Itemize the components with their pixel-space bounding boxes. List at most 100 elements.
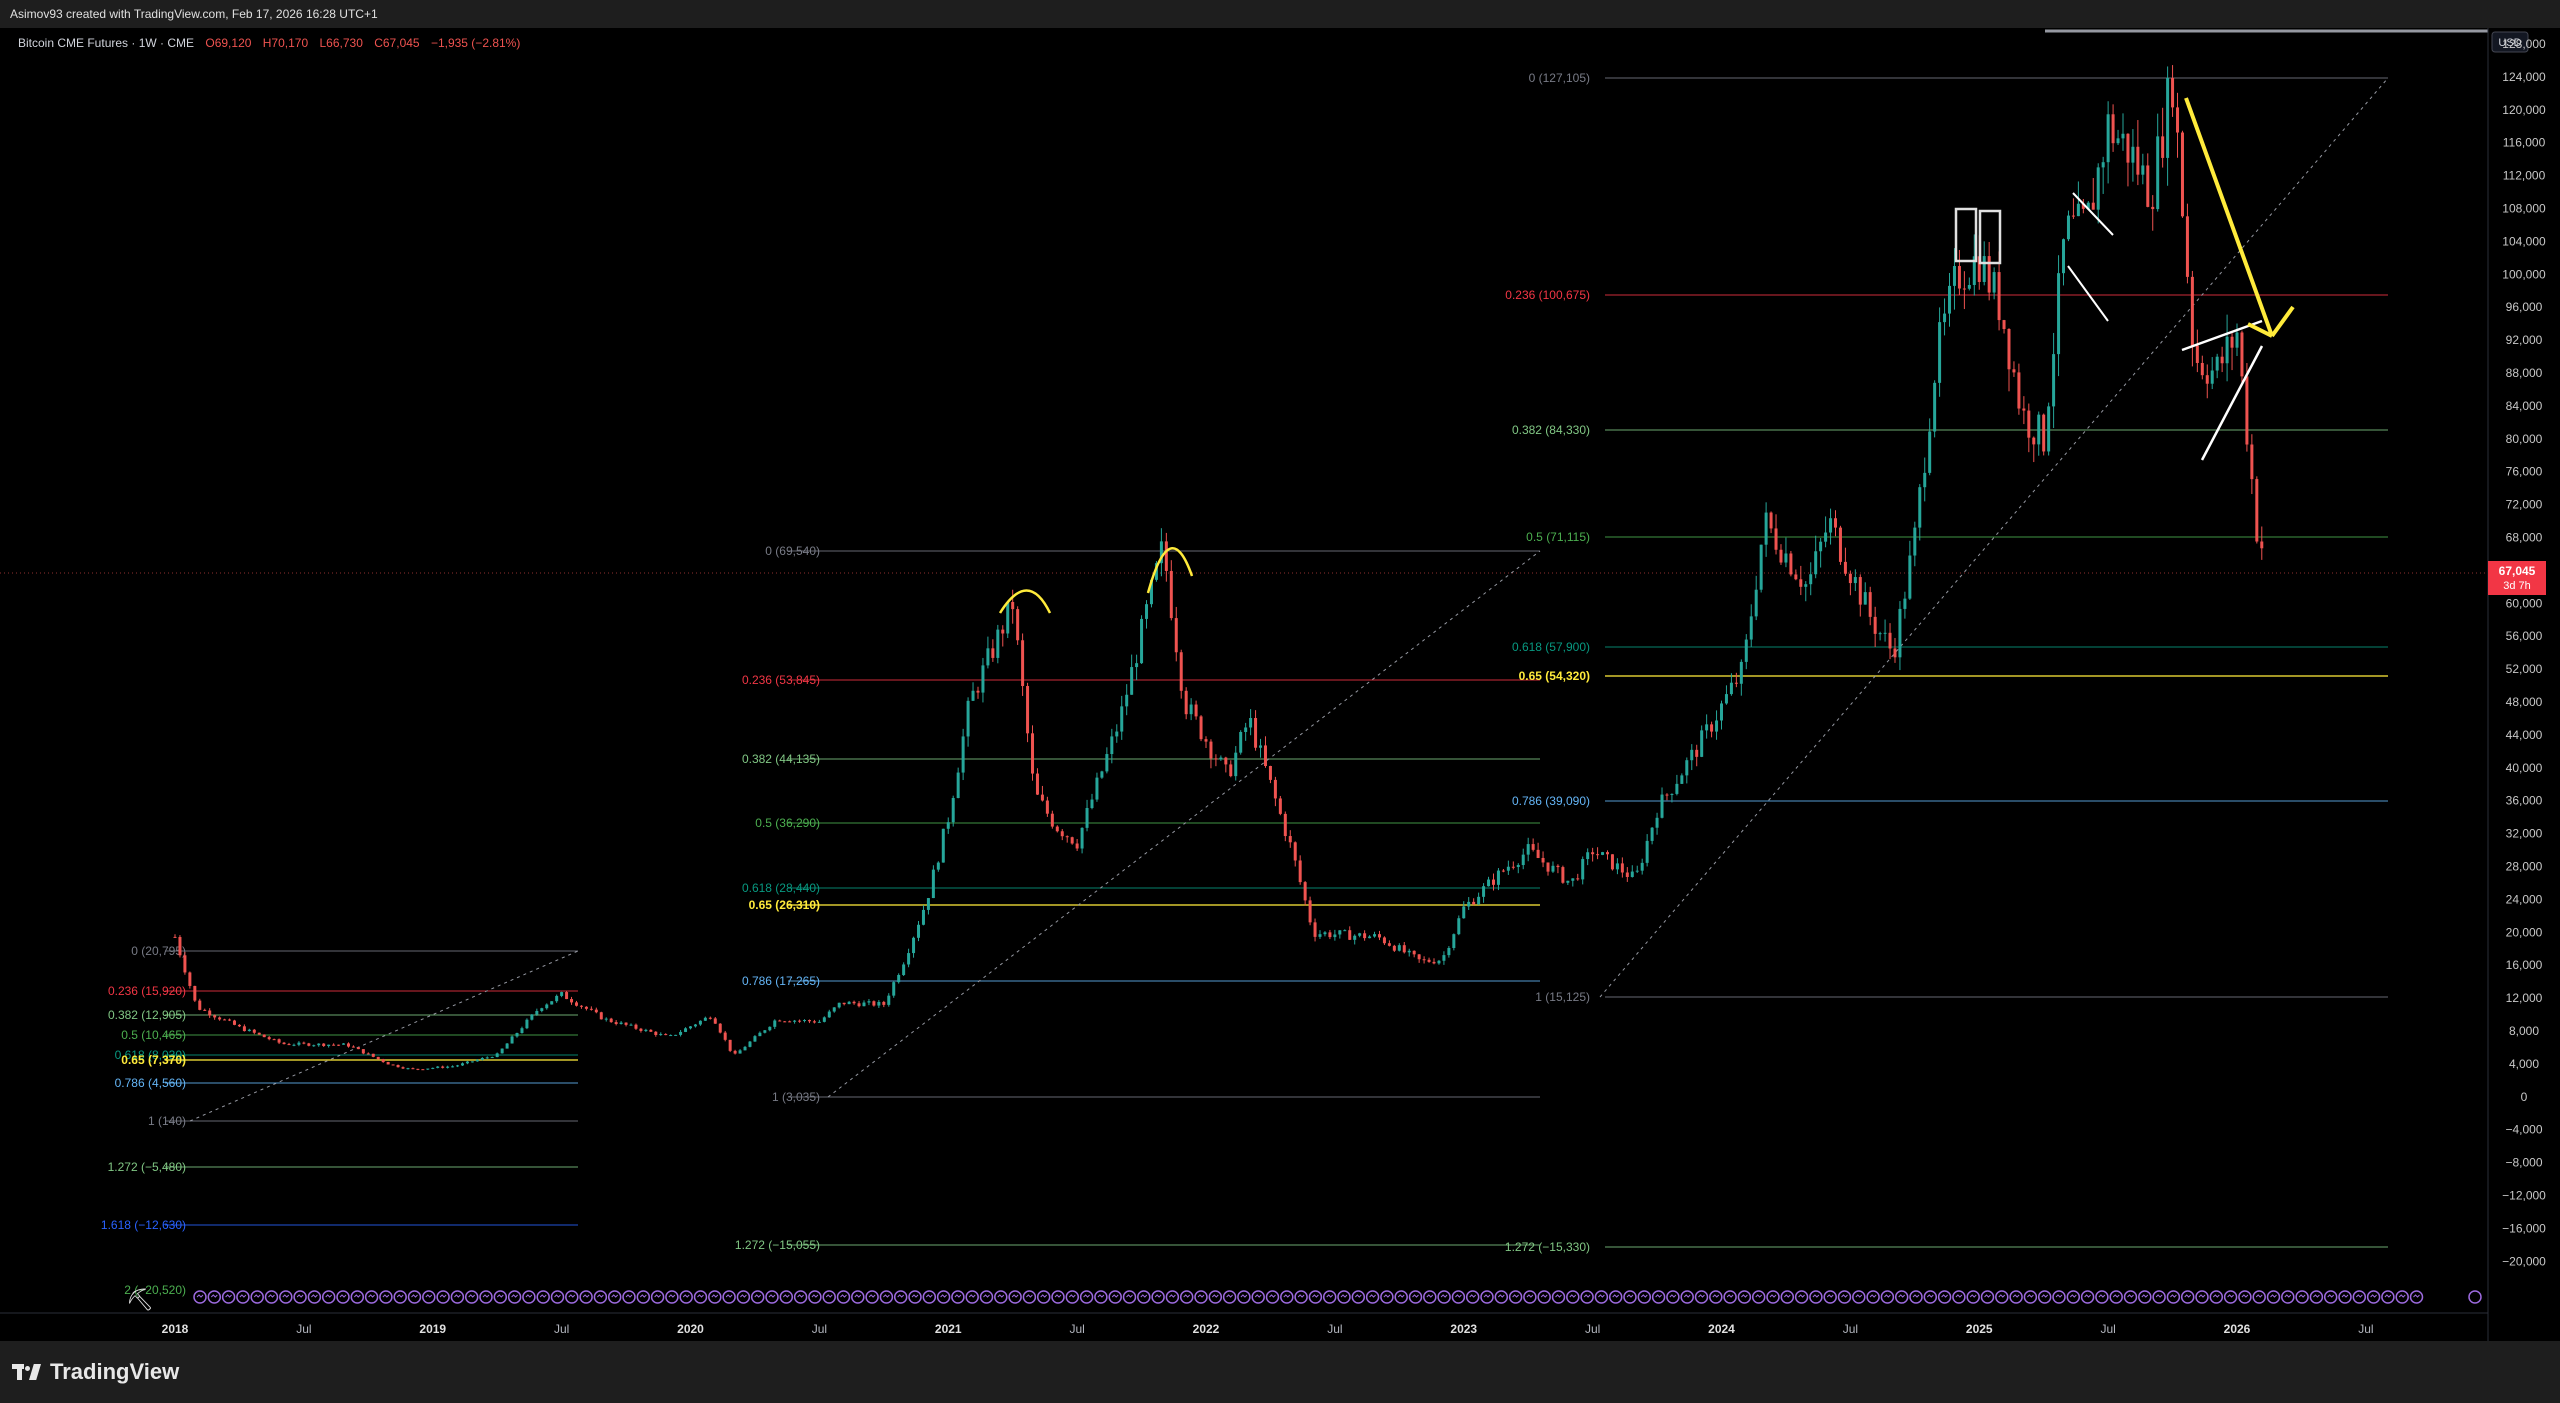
candle-body [1809,574,1813,585]
price-axis-label: 128,000 [2502,37,2546,51]
candle-body [1496,870,1500,885]
candle-body [1720,703,1723,721]
candle-body [1774,528,1778,550]
candle-body [1739,661,1743,684]
candle-body [1204,739,1208,742]
candle-body [1908,555,1912,599]
candle-body [832,1007,836,1012]
candle-body [2171,77,2175,108]
candle-body [892,982,896,996]
candle-body [1938,322,1942,383]
candle-body [1586,852,1590,860]
candle-body [1858,577,1862,605]
candle-body [1045,800,1049,814]
fib-level-label: 1.272 (−15,055) [735,1238,820,1252]
candle-body [1829,518,1833,533]
candle-body [812,1021,816,1023]
candle-body [1814,551,1818,575]
candle-body [1734,682,1738,684]
price-axis[interactable] [2488,28,2560,1341]
candle-body [664,1034,668,1036]
candle-body [1130,667,1134,695]
candle-body [2047,406,2051,452]
candle-body [1263,745,1267,767]
candle-body [2190,276,2194,346]
candle-body [1338,930,1342,935]
candle-body [713,1018,717,1024]
candle-body [1794,574,1798,580]
price-axis-label: 100,000 [2502,267,2546,281]
candle-body [500,1048,504,1054]
candle-body [1224,757,1228,765]
candle-body [1239,731,1243,753]
candle-body [2240,332,2244,377]
candle-body [1784,553,1788,563]
candle-body [2195,345,2199,363]
candle-body [837,1002,841,1008]
candle-body [431,1067,435,1069]
chart-svg[interactable]: Bitcoin CME Futures · 1W · CME O69,120 H… [0,28,2560,1341]
candle-body [1293,842,1297,861]
candle-body [272,1039,276,1041]
candle-body [1035,773,1039,795]
candle-body [1328,932,1332,938]
candle-body [961,736,965,773]
legend-high: H70,170 [263,36,309,50]
candle-body [1348,930,1352,940]
candle-body [1521,854,1525,866]
price-badge-countdown: 3d 7h [2503,580,2531,592]
time-axis-label: Jul [296,1322,311,1336]
candle-body [867,1001,871,1003]
candle-body [2220,356,2224,364]
candle-body [936,862,940,870]
candle-body [822,1017,826,1022]
candle-body [2116,138,2120,144]
candle-body [1080,827,1084,849]
legend-open: O69,120 [205,36,251,50]
candle-body [401,1067,405,1069]
candle-body [480,1058,484,1060]
candle-body [1298,860,1302,883]
candle-body [956,772,960,799]
candle-body [218,1017,222,1020]
chart-area[interactable]: Bitcoin CME Futures · 1W · CME O69,120 H… [0,28,2560,1341]
candle-body [470,1061,474,1063]
candle-body [1918,487,1922,528]
fib-level-label: 1.618 (−12,630) [101,1218,186,1232]
candle-body [1472,901,1476,905]
candle-body [1670,793,1674,795]
candle-body [1353,935,1357,940]
candle-body [1838,527,1842,562]
candle-body [203,1009,207,1011]
candle-body [1868,592,1872,617]
time-axis-label: Jul [2100,1322,2115,1336]
candle-body [872,1001,876,1006]
candle-body [1625,872,1629,877]
candle-body [763,1030,767,1033]
candle-body [649,1029,653,1032]
candle-body [2166,77,2170,158]
candle-body [1675,783,1679,794]
time-axis-label: 2021 [935,1322,962,1336]
candle-body [1382,937,1386,944]
candle-body [1110,736,1114,755]
candle-body [1402,945,1406,953]
candle-body [674,1034,678,1036]
candle-body [609,1018,613,1023]
fib-level-label: 0 (20,795) [131,944,186,958]
candle-body [555,995,559,1002]
candle-body [426,1068,430,1070]
price-axis-label: 36,000 [2506,794,2543,808]
candle-body [1060,831,1064,837]
candle-body [778,1020,782,1022]
candle-body [1923,472,1927,488]
candle-body [1848,573,1852,584]
candle-body [679,1031,683,1035]
tradingview-logo[interactable]: TradingView [12,1359,179,1385]
candle-body [183,955,187,973]
candle-body [639,1028,643,1031]
candle-body [1244,727,1248,732]
price-axis-label: 92,000 [2506,333,2543,347]
candle-body [1026,686,1030,734]
candle-body [1511,866,1515,868]
